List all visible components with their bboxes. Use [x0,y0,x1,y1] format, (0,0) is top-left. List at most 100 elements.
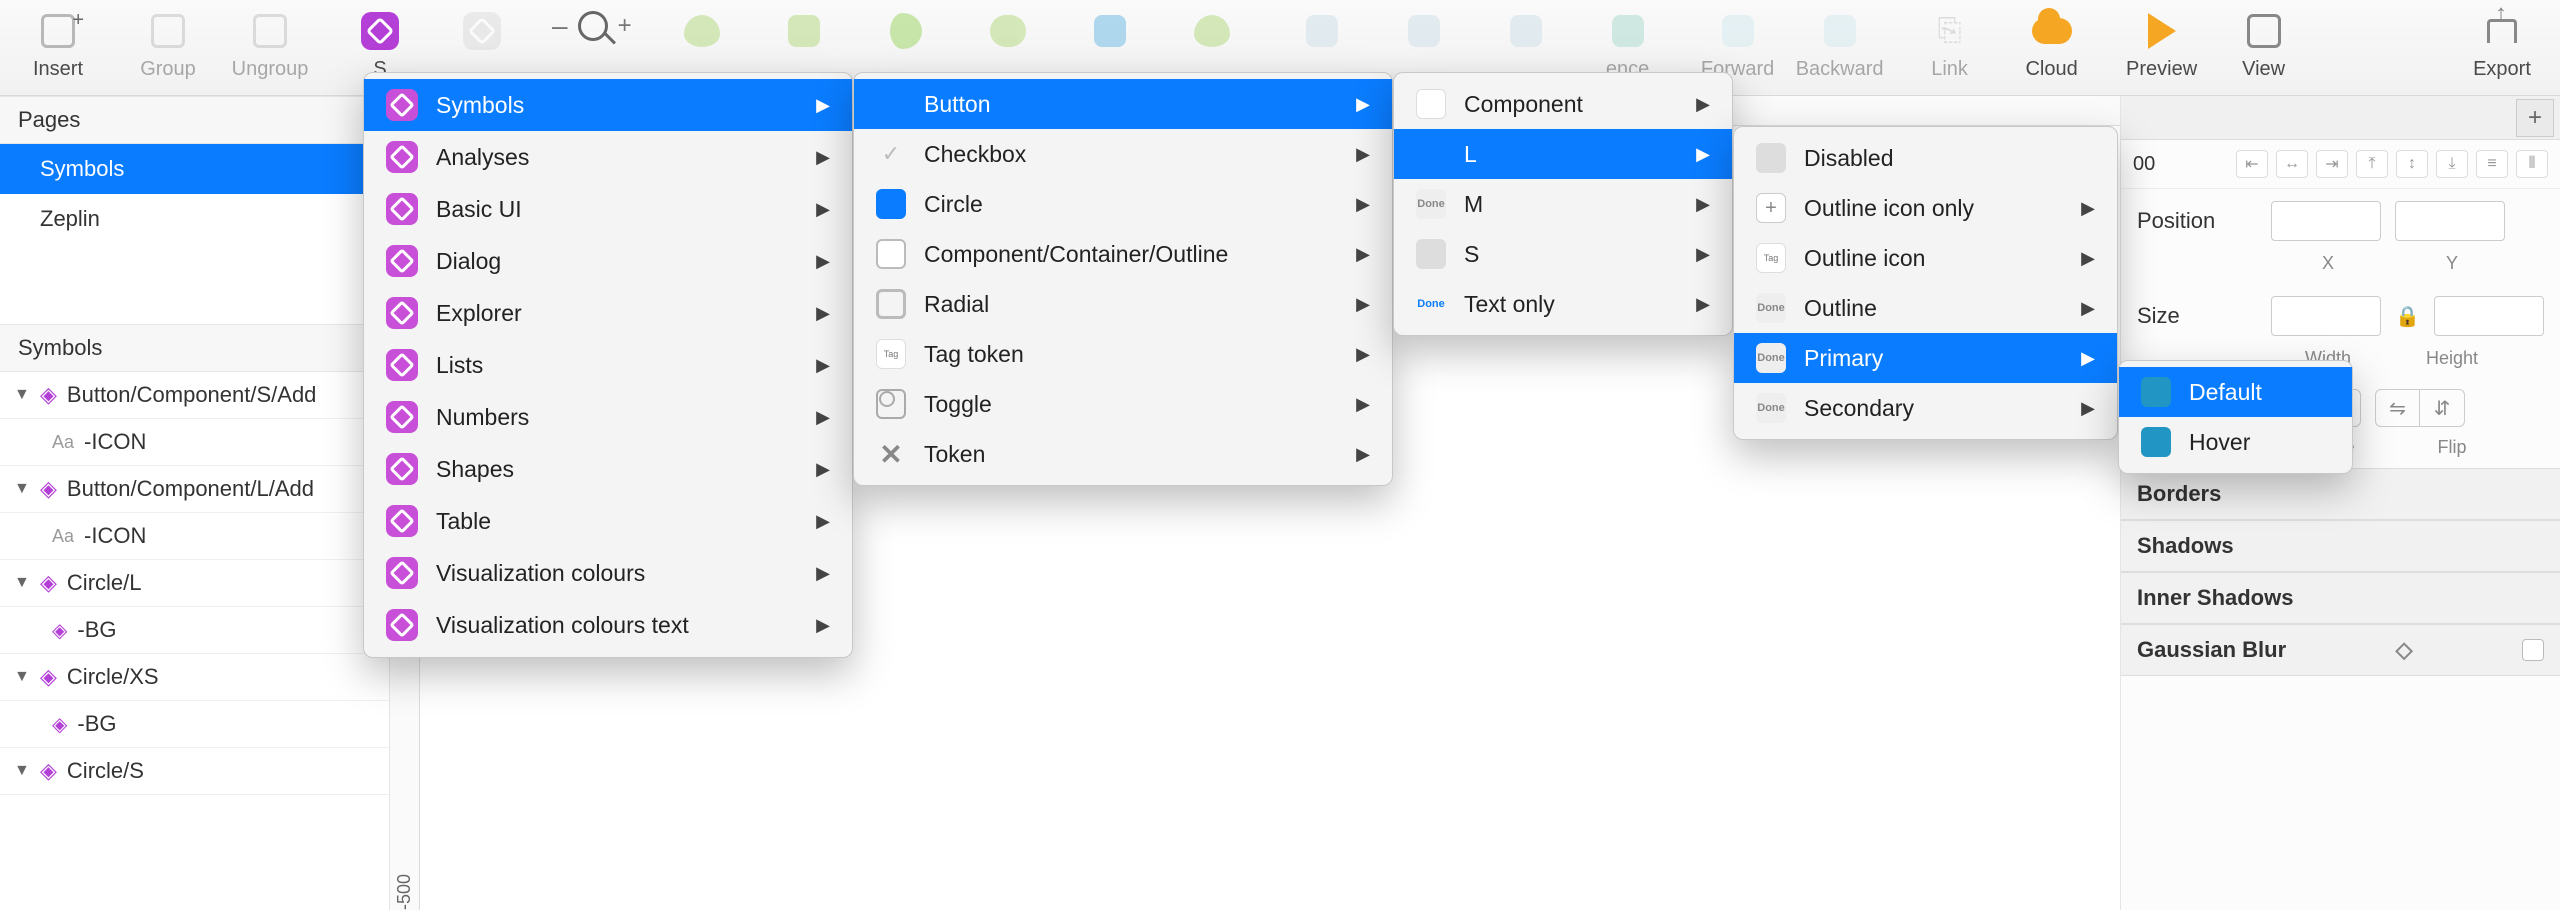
menu-item[interactable]: S▶ [1394,229,1732,279]
disclose-icon[interactable]: ▼ [14,480,30,498]
bool-difference[interactable]: ence [1588,10,1668,81]
blur-panel[interactable]: Gaussian Blur◇ [2121,624,2560,676]
shape-tool-1[interactable] [662,10,742,81]
disclose-icon[interactable]: ▼ [14,386,30,404]
backward-tool[interactable]: Backward [1800,10,1880,81]
layer-row[interactable]: ▼◈Button/Component/S/Add [0,372,389,419]
menu-thumb-icon: Tag [876,339,906,369]
menu-item[interactable]: Component/Container/Outline▶ [854,229,1392,279]
position-y-input[interactable] [2395,201,2505,241]
menu-item[interactable]: Lists▶ [364,339,852,391]
menu-item[interactable]: Component▶ [1394,79,1732,129]
layer-row[interactable]: ◈-BG [0,607,389,654]
position-x-input[interactable] [2271,201,2381,241]
align-center-v-icon[interactable]: ↕ [2396,150,2428,178]
menu-item[interactable]: DoneSecondary▶ [1734,383,2117,433]
menu-item[interactable]: L▶ [1394,129,1732,179]
menu-item[interactable]: DoneOutline▶ [1734,283,2117,333]
layer-row[interactable]: ▼◈Circle/XS [0,654,389,701]
layer-row[interactable]: ◈-BG [0,701,389,748]
align-left-icon[interactable]: ⇤ [2236,150,2268,178]
bool-union[interactable] [1282,10,1362,81]
page-zeplin[interactable]: Zeplin [0,194,389,244]
size-width-input[interactable] [2271,296,2381,336]
zoom-out[interactable]: – [552,10,568,42]
create-symbol-tool[interactable]: S [340,10,420,81]
menu-item[interactable]: Shapes▶ [364,443,852,495]
menu-item[interactable]: Visualization colours text▶ [364,599,852,651]
shape-tool-3[interactable] [866,10,946,81]
layer-row[interactable]: ▼◈Button/Component/L/Add [0,466,389,513]
flip-v-icon[interactable]: ⇵ [2420,390,2464,426]
insert-tool[interactable]: Insert [18,10,98,81]
bool-subtract[interactable] [1384,10,1464,81]
shape-tool-5[interactable] [1070,10,1150,81]
shadows-panel[interactable]: Shadows [2121,520,2560,572]
align-bottom-icon[interactable]: ⤓ [2436,150,2468,178]
menu-item[interactable]: Visualization colours▶ [364,547,852,599]
flip-h-icon[interactable]: ⇋ [2376,390,2420,426]
disclose-icon[interactable]: ▼ [14,762,30,780]
layer-row[interactable]: ▼◈Circle/S [0,748,389,795]
zoom-icon[interactable] [578,11,608,41]
shape-tool-2[interactable] [764,10,844,81]
menu-item[interactable]: Dialog▶ [364,235,852,287]
preview-tool[interactable]: Preview [2122,10,2202,81]
menu-item[interactable]: Disabled [1734,133,2117,183]
menu-item[interactable]: Basic UI▶ [364,183,852,235]
add-tab-button[interactable]: + [2516,99,2554,137]
menu-item[interactable]: Hover [2119,417,2352,467]
blur-checkbox[interactable] [2522,639,2544,661]
align-right-icon[interactable]: ⇥ [2316,150,2348,178]
menu-item[interactable]: DoneM▶ [1394,179,1732,229]
layer-row[interactable]: Aa-ICON [0,513,389,560]
ungroup-tool[interactable]: Ungroup [230,10,310,81]
shape-tool-6[interactable] [1172,10,1252,81]
menu-thumb-icon: Done [1756,393,1786,423]
page-symbols[interactable]: Symbols [0,144,389,194]
lock-icon[interactable]: 🔒 [2395,304,2420,329]
borders-panel[interactable]: Borders [2121,468,2560,520]
menu-thumb-icon [2141,427,2171,457]
menu-item[interactable]: +Outline icon only▶ [1734,183,2117,233]
cloud-tool[interactable]: Cloud [2012,10,2092,81]
disclose-icon[interactable]: ▼ [14,574,30,592]
menu-item[interactable]: Explorer▶ [364,287,852,339]
menu-item[interactable]: Default [2119,367,2352,417]
inner-shadows-panel[interactable]: Inner Shadows [2121,572,2560,624]
detach-symbol-tool[interactable] [442,10,522,81]
group-tool[interactable]: Group [128,10,208,81]
export-tool[interactable]: Export [2462,10,2542,81]
shape-tool-4[interactable] [968,10,1048,81]
align-top-icon[interactable]: ⤒ [2356,150,2388,178]
menu-thumb-icon: Done [1756,343,1786,373]
link-tool[interactable]: ⎘Link [1910,10,1990,81]
menu-item[interactable]: TagTag token▶ [854,329,1392,379]
distribute-v-icon[interactable]: ⦀ [2516,150,2548,178]
menu-item[interactable]: DonePrimary▶ [1734,333,2117,383]
menu-item[interactable]: TagOutline icon▶ [1734,233,2117,283]
size-height-input[interactable] [2434,296,2544,336]
bool-intersect[interactable] [1486,10,1566,81]
menu-item[interactable]: Table▶ [364,495,852,547]
menu-item[interactable]: Symbols▶ [364,79,852,131]
menu-item[interactable]: Button▶ [854,79,1392,129]
menu-item[interactable]: Numbers▶ [364,391,852,443]
menu-item[interactable]: ✓Checkbox▶ [854,129,1392,179]
view-tool[interactable]: View [2224,10,2304,81]
distribute-h-icon[interactable]: ≡ [2476,150,2508,178]
zoom-in[interactable]: + [618,12,632,40]
menu-item[interactable]: Radial▶ [854,279,1392,329]
menu-item[interactable]: ✕Token▶ [854,429,1392,479]
menu-item[interactable]: Toggle▶ [854,379,1392,429]
flip-label: Flip [2397,437,2507,458]
menu-item[interactable]: Circle▶ [854,179,1392,229]
disclose-icon[interactable]: ▼ [14,668,30,686]
layer-row[interactable]: ▼◈Circle/L [0,560,389,607]
layer-row[interactable]: Aa-ICON [0,419,389,466]
menu-item[interactable]: Analyses▶ [364,131,852,183]
forward-tool[interactable]: Forward [1698,10,1778,81]
symbol-folder-icon [386,297,418,329]
align-center-h-icon[interactable]: ↔ [2276,150,2308,178]
menu-item[interactable]: DoneText only▶ [1394,279,1732,329]
